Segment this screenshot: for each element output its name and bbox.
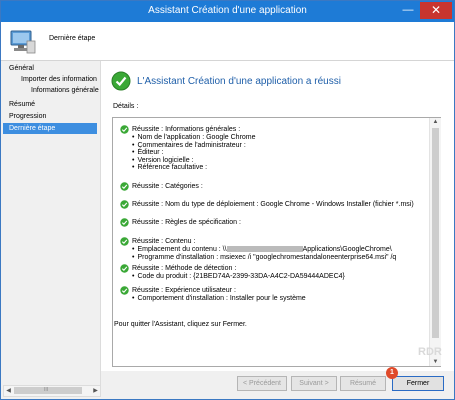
detail-item: Emplacement du contenu : \\ Applications\… xyxy=(132,246,396,254)
nav-item-progress[interactable]: Progression xyxy=(1,111,99,122)
detail-item: Commentaires de l'administrateur : xyxy=(132,142,256,150)
success-check-icon xyxy=(111,71,131,91)
nav-item-last-step[interactable]: Dernière étape xyxy=(3,123,97,134)
previous-button[interactable]: < Précédent xyxy=(237,376,287,391)
grip-icon: III xyxy=(44,387,49,393)
content-location-path: Applications\GoogleChrome\ xyxy=(302,246,392,253)
success-title: L'Assistant Création d'une application a… xyxy=(137,76,341,87)
section-items: Code du produit : {21BED74A-2399-33DA-A4… xyxy=(132,273,344,281)
section-items: Emplacement du contenu : \\ Applications\… xyxy=(132,246,396,261)
success-icon xyxy=(120,200,129,209)
success-icon xyxy=(120,264,129,273)
scroll-left-icon[interactable]: ◀ xyxy=(4,386,13,396)
detail-item: Code du produit : {21BED74A-2399-33DA-A4… xyxy=(132,273,344,281)
section-title: Réussite : Contenu : xyxy=(132,238,196,245)
section-items: Comportement d'installation : Installer … xyxy=(132,295,305,303)
window-title: Assistant Création d'une application xyxy=(148,5,307,16)
wizard-nav: Général Importer des information Informa… xyxy=(1,61,101,385)
nav-item-general-info[interactable]: Informations générale xyxy=(1,85,99,96)
nav-item-summary[interactable]: Résumé xyxy=(1,99,99,110)
scroll-down-icon[interactable]: ▼ xyxy=(430,359,441,365)
detail-item: Comportement d'installation : Installer … xyxy=(132,295,305,303)
wizard-window: Assistant Création d'une application — ✕… xyxy=(0,0,455,400)
success-icon xyxy=(120,286,129,295)
nav-horizontal-scrollbar[interactable]: ◀ III ▶ xyxy=(3,385,101,397)
wizard-header: Dernière étape xyxy=(1,22,454,61)
detail-item: Référence facultative : xyxy=(132,164,256,172)
detail-item: Nom de l'application : Google Chrome xyxy=(132,134,255,142)
quit-instruction: Pour quitter l'Assistant, cliquez sur Fe… xyxy=(114,321,247,328)
summary-button[interactable]: Résumé xyxy=(340,376,386,391)
details-panel: Réussite : Informations générales : Nom … xyxy=(112,117,441,367)
success-icon xyxy=(120,182,129,191)
section-items: Nom de l'application : Google Chrome Com… xyxy=(132,134,256,172)
close-button[interactable]: Fermer xyxy=(392,376,444,391)
section-title: Réussite : Méthode de détection : xyxy=(132,265,237,272)
success-icon xyxy=(120,218,129,227)
next-button[interactable]: Suivant > xyxy=(291,376,337,391)
section-title: Réussite : Informations générales : xyxy=(132,126,241,133)
success-icon xyxy=(120,237,129,246)
step-badge: 1 xyxy=(386,367,398,379)
nav-item-general[interactable]: Général xyxy=(1,63,107,74)
section-title: Réussite : Règles de spécification : xyxy=(132,219,241,226)
redacted-block xyxy=(226,246,303,253)
scroll-up-icon[interactable]: ▲ xyxy=(430,119,441,125)
close-window-button[interactable]: ✕ xyxy=(420,2,452,19)
title-bar: Assistant Création d'une application — ✕ xyxy=(1,1,454,22)
scroll-right-icon[interactable]: ▶ xyxy=(91,386,100,396)
content-location-label: Emplacement du contenu : \\ xyxy=(137,246,227,253)
section-title: Réussite : Expérience utilisateur : xyxy=(132,287,236,294)
detail-item: Programme d'installation : msiexec /i "g… xyxy=(132,254,396,262)
success-icon xyxy=(120,125,129,134)
nav-item-import[interactable]: Importer des information xyxy=(1,74,99,85)
computer-wizard-icon xyxy=(10,30,36,54)
detail-item: Éditeur : xyxy=(132,149,256,157)
watermark-logo: RDR xyxy=(418,346,442,358)
minimize-button[interactable]: — xyxy=(398,2,418,19)
section-title: Réussite : Catégories : xyxy=(132,183,203,190)
details-list: Réussite : Informations générales : Nom … xyxy=(113,118,429,366)
scroll-thumb[interactable] xyxy=(432,128,439,338)
details-label: Détails : xyxy=(113,103,139,110)
details-vertical-scrollbar[interactable]: ▲ ▼ xyxy=(429,118,441,366)
page-title: Dernière étape xyxy=(49,35,96,42)
detail-item: Version logicielle : xyxy=(132,157,256,165)
section-title: Réussite : Nom du type de déploiement : … xyxy=(132,201,414,208)
